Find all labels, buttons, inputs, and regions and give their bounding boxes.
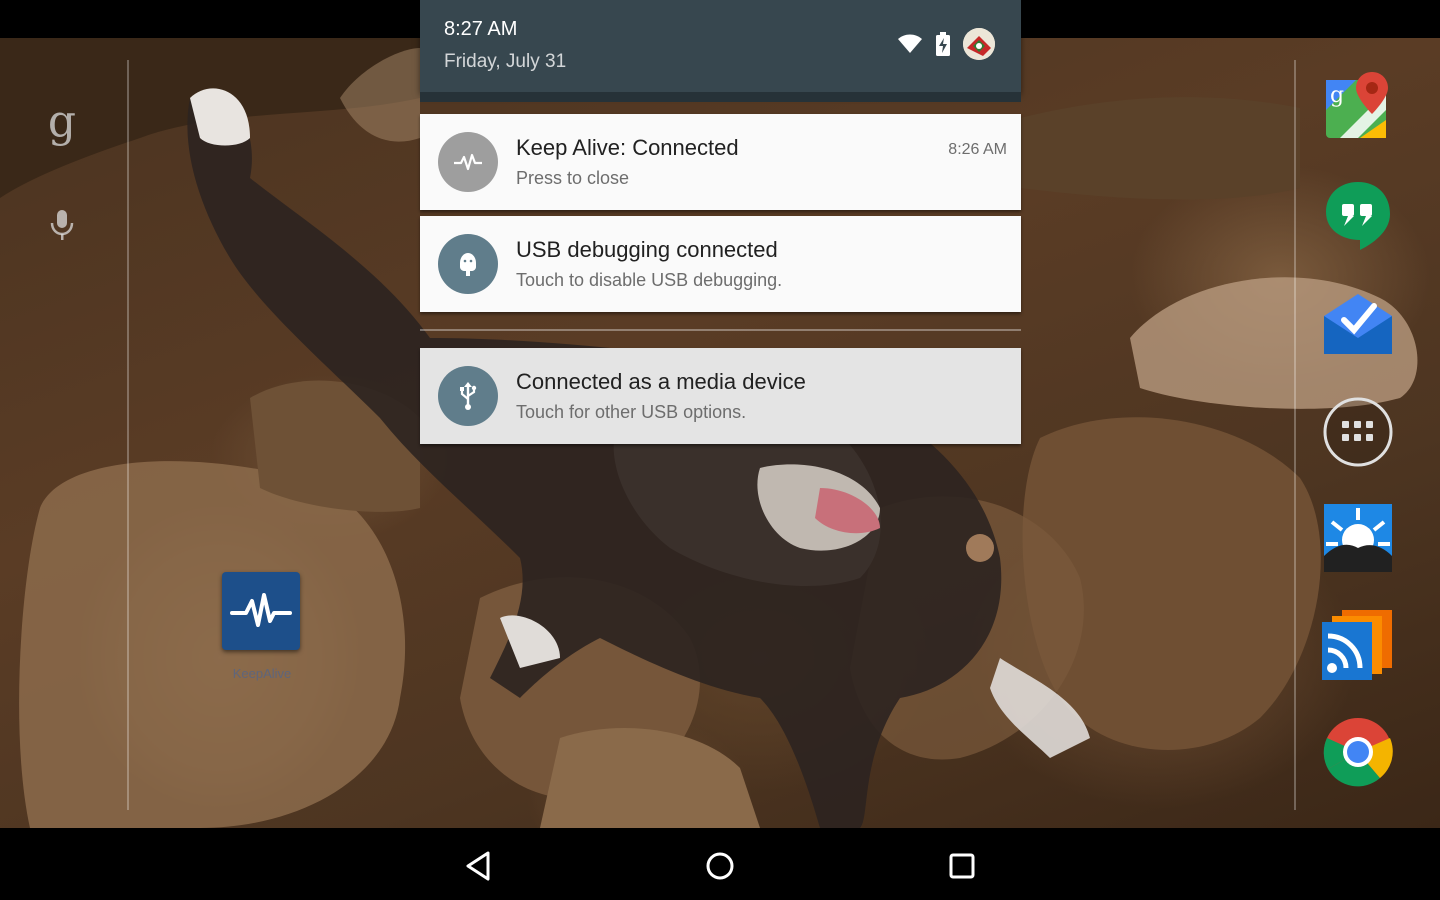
notification-text: Press to close bbox=[516, 168, 630, 188]
photosphere-icon[interactable] bbox=[1320, 500, 1396, 576]
notification-keep-alive[interactable]: Keep Alive: Connected Press to close 8:2… bbox=[420, 114, 1021, 210]
google-search-icon[interactable]: g bbox=[44, 100, 80, 146]
hangouts-icon[interactable] bbox=[1320, 178, 1396, 254]
app-dock: g bbox=[1290, 38, 1440, 828]
status-icons bbox=[897, 28, 995, 60]
svg-text:g: g bbox=[1330, 83, 1344, 108]
voice-search-icon[interactable] bbox=[48, 208, 76, 242]
pulse-icon bbox=[230, 593, 292, 627]
chrome-icon[interactable] bbox=[1320, 714, 1396, 790]
left-divider bbox=[127, 60, 129, 810]
avatar-image bbox=[963, 28, 995, 60]
pulse-icon bbox=[438, 132, 498, 192]
notification-media-device[interactable]: Connected as a media device Touch for ot… bbox=[420, 348, 1021, 444]
back-icon bbox=[466, 851, 490, 881]
android-debug-icon bbox=[438, 234, 498, 294]
notification-shade-header[interactable]: 8:27 AM Friday, July 31 bbox=[420, 0, 1021, 102]
search-strip: g bbox=[0, 38, 128, 808]
notification-text: Touch for other USB options. bbox=[516, 402, 747, 422]
notification-time: 8:26 AM bbox=[948, 141, 1007, 158]
home-icon bbox=[706, 852, 734, 880]
keepalive-shortcut[interactable]: KeepAlive bbox=[222, 572, 302, 681]
recents-icon bbox=[949, 853, 975, 879]
rss-icon[interactable] bbox=[1320, 606, 1396, 682]
notification-text: Touch to disable USB debugging. bbox=[516, 270, 783, 290]
shortcut-label: KeepAlive bbox=[232, 666, 292, 681]
clock: 8:27 AM bbox=[444, 18, 518, 40]
home-button[interactable] bbox=[698, 844, 742, 888]
navigation-bar bbox=[0, 828, 1440, 900]
notification-title: Keep Alive: Connected bbox=[516, 135, 739, 160]
notification-title: USB debugging connected bbox=[516, 237, 778, 262]
recents-button[interactable] bbox=[940, 844, 984, 888]
app-drawer-icon[interactable] bbox=[1320, 394, 1396, 470]
inbox-icon[interactable] bbox=[1320, 286, 1396, 362]
usb-icon bbox=[438, 366, 498, 426]
keepalive-app-icon[interactable] bbox=[222, 572, 300, 650]
shade-header-shadow bbox=[420, 92, 1021, 102]
battery-charging-icon[interactable] bbox=[935, 32, 951, 56]
notification-group-divider bbox=[420, 329, 1021, 331]
wifi-icon[interactable] bbox=[897, 33, 923, 55]
notification-title: Connected as a media device bbox=[516, 369, 806, 394]
back-button[interactable] bbox=[456, 844, 500, 888]
user-avatar[interactable] bbox=[963, 28, 995, 60]
date: Friday, July 31 bbox=[444, 51, 567, 72]
notification-usb-debugging[interactable]: USB debugging connected Touch to disable… bbox=[420, 216, 1021, 312]
maps-icon[interactable]: g bbox=[1320, 70, 1396, 146]
